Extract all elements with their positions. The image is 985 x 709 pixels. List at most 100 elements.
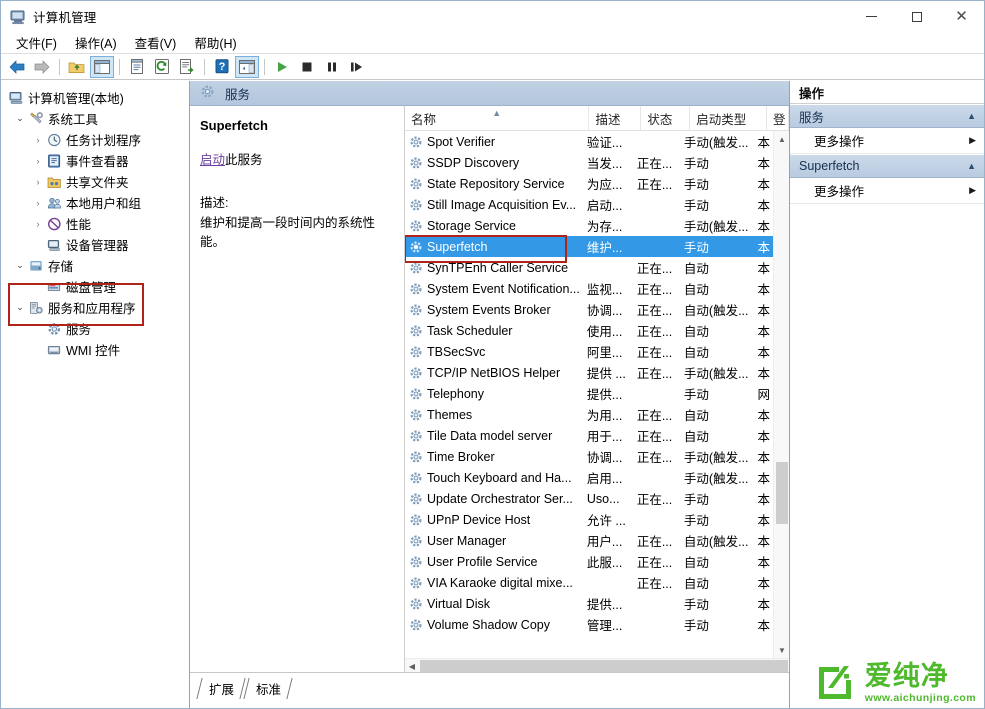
chevron-down-icon[interactable]: ⌄ bbox=[12, 260, 28, 271]
action-more-actions-services[interactable]: 更多操作 ▶ bbox=[790, 128, 984, 154]
actions-group-header-superfetch[interactable]: Superfetch ▲ bbox=[790, 154, 984, 178]
services-list-horizontal-scrollbar[interactable]: ◀ bbox=[405, 658, 789, 672]
menu-view[interactable]: 查看(V) bbox=[126, 31, 186, 54]
show-hide-console-tree-button[interactable] bbox=[90, 56, 114, 78]
tree-item-disk-management[interactable]: 磁盘管理 bbox=[6, 276, 189, 297]
minimize-button[interactable] bbox=[849, 1, 894, 32]
chevron-right-icon[interactable]: › bbox=[30, 177, 46, 187]
column-header-description[interactable]: 描述 bbox=[589, 106, 641, 130]
back-button[interactable] bbox=[5, 56, 29, 78]
table-row[interactable]: System Events Broker协调...正在...自动(触发...本 bbox=[405, 299, 773, 320]
table-row[interactable]: Still Image Acquisition Ev...启动...手动本 bbox=[405, 194, 773, 215]
table-row[interactable]: User Profile Service此服...正在...自动本 bbox=[405, 551, 773, 572]
toolbar: ? bbox=[1, 54, 984, 80]
table-row[interactable]: Tile Data model server用于...正在...自动本 bbox=[405, 425, 773, 446]
export-list-button[interactable] bbox=[175, 56, 199, 78]
close-button[interactable]: ✕ bbox=[939, 1, 984, 32]
table-row[interactable]: Time Broker协调...正在...手动(触发...本 bbox=[405, 446, 773, 467]
table-row[interactable]: Touch Keyboard and Ha...启用...手动(触发...本 bbox=[405, 467, 773, 488]
table-row[interactable]: Volume Shadow Copy管理...手动本 bbox=[405, 614, 773, 635]
tree-item-services-and-applications[interactable]: ⌄ 服务和应用程序 bbox=[6, 297, 189, 318]
cell-service-name: VIA Karaoke digital mixe... bbox=[405, 576, 581, 590]
vertical-scroll-thumb[interactable] bbox=[776, 462, 788, 524]
column-header-status[interactable]: 状态 bbox=[641, 106, 690, 130]
cell-log-on-as: 本 bbox=[752, 195, 773, 214]
actions-group-header-services[interactable]: 服务 ▲ bbox=[790, 104, 984, 128]
restart-service-button[interactable] bbox=[345, 56, 369, 78]
action-more-actions-superfetch[interactable]: 更多操作 ▶ bbox=[790, 178, 984, 204]
tab-standard[interactable]: 标准 bbox=[243, 676, 292, 701]
tree-item-shared-folders[interactable]: › 共享文件夹 bbox=[6, 171, 189, 192]
tree-item-label: 服务和应用程序 bbox=[48, 298, 136, 317]
tree-item-event-viewer[interactable]: › 事件查看器 bbox=[6, 150, 189, 171]
tab-extended[interactable]: 扩展 bbox=[196, 676, 245, 701]
chevron-right-icon[interactable]: › bbox=[30, 135, 46, 145]
table-row[interactable]: VIA Karaoke digital mixe...正在...自动本 bbox=[405, 572, 773, 593]
cell-startup-type: 手动 bbox=[678, 174, 752, 193]
service-gear-icon bbox=[409, 219, 423, 233]
table-row[interactable]: System Event Notification...监视...正在...自动… bbox=[405, 278, 773, 299]
cell-status: 正在... bbox=[631, 342, 678, 361]
table-row[interactable]: Themes为用...正在...自动本 bbox=[405, 404, 773, 425]
table-row[interactable]: Storage Service为存...手动(触发...本 bbox=[405, 215, 773, 236]
chevron-down-icon[interactable]: ⌄ bbox=[12, 113, 28, 124]
table-row[interactable]: User Manager用户...正在...自动(触发...本 bbox=[405, 530, 773, 551]
properties-button[interactable] bbox=[125, 56, 149, 78]
table-row[interactable]: Telephony提供...手动网 bbox=[405, 383, 773, 404]
start-service-button[interactable] bbox=[270, 56, 294, 78]
tree-item-computer-management[interactable]: 计算机管理(本地) bbox=[6, 87, 189, 108]
tree-item-task-scheduler[interactable]: › 任务计划程序 bbox=[6, 129, 189, 150]
tree-item-wmi-control[interactable]: WMI 控件 bbox=[6, 339, 189, 360]
start-service-link[interactable]: 启动此服务 bbox=[200, 149, 394, 168]
horizontal-scroll-thumb[interactable] bbox=[420, 660, 788, 672]
table-row[interactable]: SynTPEnh Caller Service正在...自动本 bbox=[405, 257, 773, 278]
table-row[interactable]: TBSecSvc阿里...正在...自动本 bbox=[405, 341, 773, 362]
tree-item-local-users-and-groups[interactable]: › 本地用户和组 bbox=[6, 192, 189, 213]
watermark-url: www.aichunjing.com bbox=[865, 692, 976, 704]
tree-item-storage[interactable]: ⌄ 存储 bbox=[6, 255, 189, 276]
table-row[interactable]: UPnP Device Host允许 ...手动本 bbox=[405, 509, 773, 530]
chevron-up-icon[interactable]: ▲ bbox=[967, 111, 976, 121]
table-row[interactable]: Update Orchestrator Ser...Uso...正在...手动本 bbox=[405, 488, 773, 509]
table-row[interactable]: State Repository Service为应...正在...手动本 bbox=[405, 173, 773, 194]
scroll-left-icon[interactable]: ◀ bbox=[405, 659, 419, 672]
scroll-down-icon[interactable]: ▼ bbox=[774, 642, 789, 658]
table-row[interactable]: TCP/IP NetBIOS Helper提供 ...正在...手动(触发...… bbox=[405, 362, 773, 383]
tree-item-device-manager[interactable]: 设备管理器 bbox=[6, 234, 189, 255]
pause-service-button[interactable] bbox=[320, 56, 344, 78]
help-button[interactable]: ? bbox=[210, 56, 234, 78]
cell-description: 用于... bbox=[581, 426, 631, 445]
table-row[interactable]: Virtual Disk提供...手动本 bbox=[405, 593, 773, 614]
title-bar: 计算机管理 ✕ bbox=[1, 1, 984, 32]
cell-service-name: SSDP Discovery bbox=[405, 156, 581, 170]
show-action-pane-button[interactable] bbox=[235, 56, 259, 78]
main-body: 计算机管理(本地) ⌄ 系统工具 › bbox=[1, 81, 984, 708]
menu-help[interactable]: 帮助(H) bbox=[185, 31, 245, 54]
chevron-down-icon[interactable]: ⌄ bbox=[12, 302, 28, 313]
maximize-button[interactable] bbox=[894, 1, 939, 32]
service-name-label: TCP/IP NetBIOS Helper bbox=[427, 366, 560, 380]
cell-description: 提供... bbox=[581, 594, 631, 613]
table-row[interactable]: Spot Verifier验证...手动(触发...本 bbox=[405, 131, 773, 152]
chevron-right-icon[interactable]: › bbox=[30, 198, 46, 208]
table-row[interactable]: Task Scheduler使用...正在...自动本 bbox=[405, 320, 773, 341]
stop-service-button[interactable] bbox=[295, 56, 319, 78]
column-header-name[interactable]: 名称 ▲ bbox=[405, 106, 589, 130]
table-row[interactable]: SSDP Discovery当发...正在...手动本 bbox=[405, 152, 773, 173]
forward-button[interactable] bbox=[30, 56, 54, 78]
chevron-up-icon[interactable]: ▲ bbox=[967, 161, 976, 171]
up-one-level-button[interactable] bbox=[65, 56, 89, 78]
tree-item-performance[interactable]: › 性能 bbox=[6, 213, 189, 234]
menu-action[interactable]: 操作(A) bbox=[66, 31, 126, 54]
chevron-right-icon[interactable]: › bbox=[30, 219, 46, 229]
column-header-log-on-as[interactable]: 登 bbox=[767, 106, 789, 130]
refresh-button[interactable] bbox=[150, 56, 174, 78]
tree-item-system-tools[interactable]: ⌄ 系统工具 bbox=[6, 108, 189, 129]
column-header-startup-type[interactable]: 启动类型 bbox=[690, 106, 767, 130]
chevron-right-icon[interactable]: › bbox=[30, 156, 46, 166]
services-list-vertical-scrollbar[interactable]: ▲ ▼ bbox=[773, 131, 789, 658]
table-row-selected[interactable]: Superfetch维护...手动本 bbox=[405, 236, 773, 257]
tree-item-services[interactable]: 服务 bbox=[6, 318, 189, 339]
menu-file[interactable]: 文件(F) bbox=[7, 31, 66, 54]
scroll-up-icon[interactable]: ▲ bbox=[774, 131, 789, 147]
